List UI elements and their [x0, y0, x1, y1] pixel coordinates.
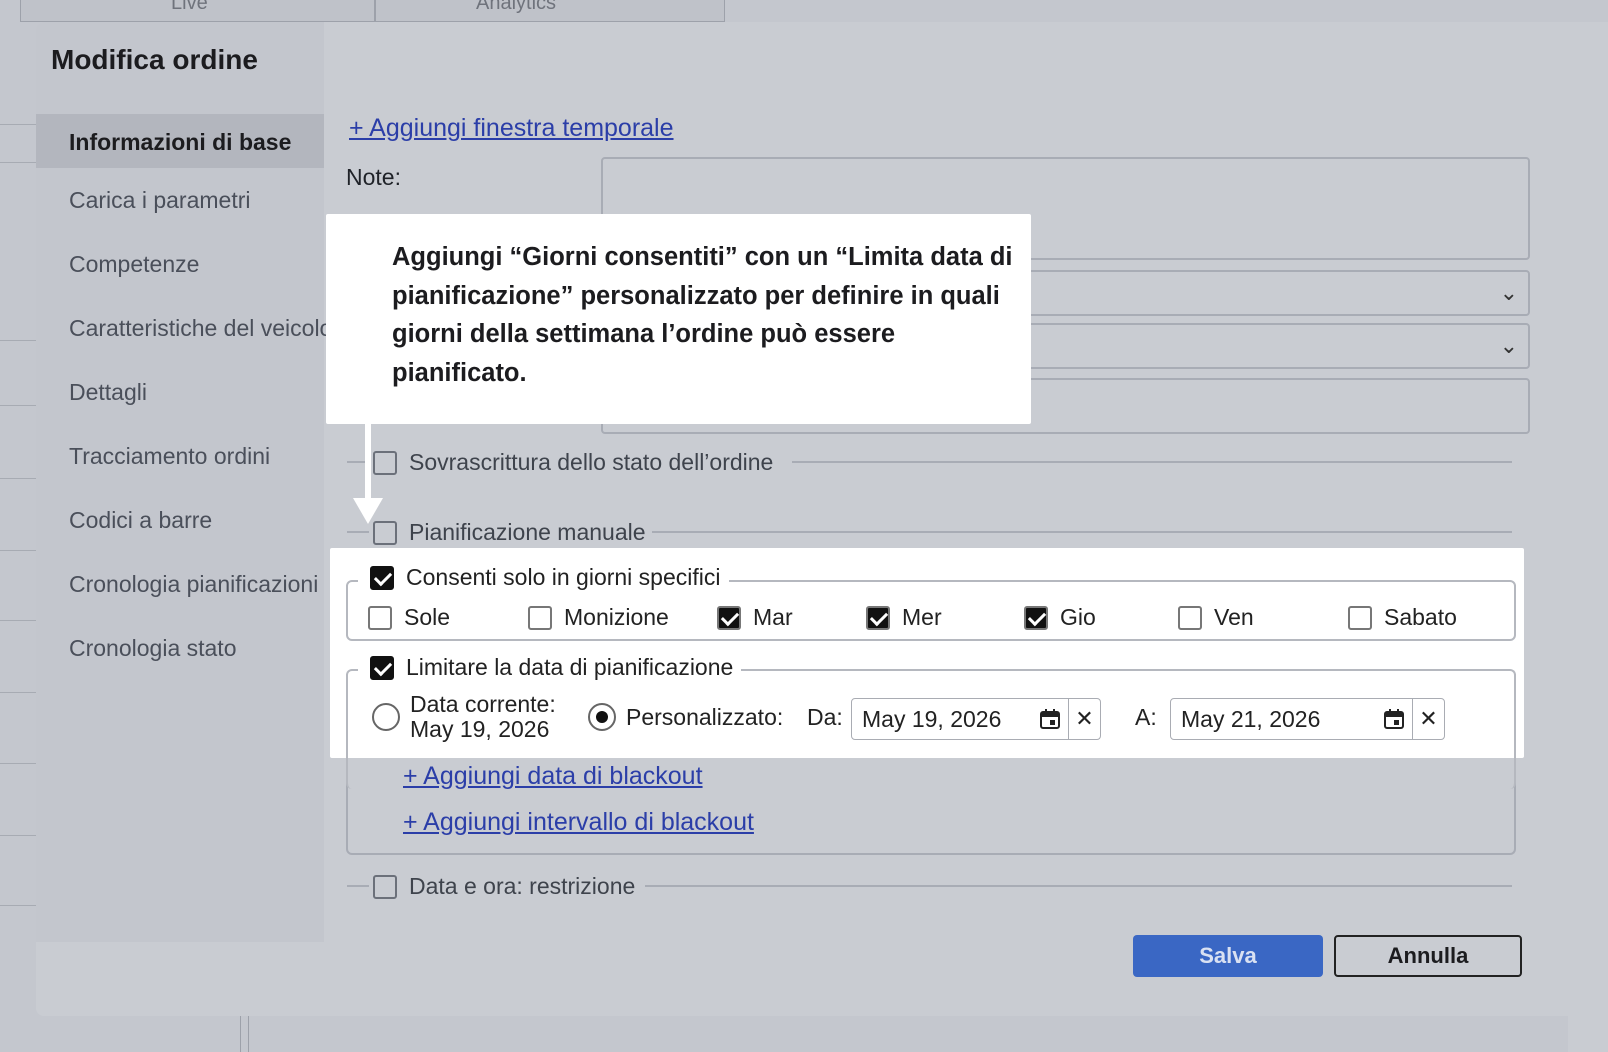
from-date-input[interactable]: May 19, 2026 ✕ [851, 698, 1101, 740]
callout-text: Aggiungi “Giorni consentiti” con un “Lim… [392, 243, 1013, 387]
day-option: Monizione [528, 604, 669, 631]
day-option: Ven [1178, 604, 1254, 631]
day-option: Mer [866, 604, 942, 631]
manual-planning-checkbox[interactable] [373, 520, 397, 545]
day-wed-checkbox[interactable] [866, 605, 890, 630]
add-blackout-range-link[interactable]: + Aggiungi intervallo di blackout [403, 808, 754, 837]
highlighted-section: Consenti solo in giorni specifici Sole M… [330, 548, 1524, 789]
current-date-label: Data corrente: [410, 691, 556, 717]
divider [652, 531, 1512, 533]
custom-option: Personalizzato: [588, 703, 783, 731]
background-tabs: Live Analytics [20, 0, 725, 22]
from-label: Da: [807, 704, 843, 730]
cancel-button[interactable]: Annulla [1334, 935, 1522, 977]
nav-item-skills[interactable]: Competenze [36, 232, 324, 296]
day-option: Sole [368, 604, 450, 631]
nav-item-status-history[interactable]: Cronologia stato [36, 616, 324, 680]
day-sat-checkbox[interactable] [1348, 605, 1372, 630]
divider [645, 885, 1512, 887]
background-divider [240, 1010, 241, 1052]
day-label: Gio [1060, 604, 1096, 630]
current-date-value: May 19, 2026 [410, 716, 550, 742]
day-sun-checkbox[interactable] [368, 605, 392, 630]
divider [347, 531, 369, 533]
from-date-value: May 19, 2026 [862, 705, 1002, 732]
notes-label: Note: [346, 164, 401, 190]
allowed-days-legend: Consenti solo in giorni specifici [358, 564, 729, 591]
nav-item-barcodes[interactable]: Codici a barre [36, 488, 324, 552]
background-divider [248, 1010, 249, 1052]
manual-planning-label: Pianificazione manuale [409, 519, 646, 545]
nav-item-basic-info[interactable]: Informazioni di base [36, 114, 324, 168]
status-override-row: Sovrascrittura dello stato dell’ordine [373, 449, 773, 476]
day-label: Sabato [1384, 604, 1457, 630]
day-mon-checkbox[interactable] [528, 605, 552, 630]
custom-radio[interactable] [588, 703, 616, 731]
current-date-text: Data corrente: May 19, 2026 [410, 692, 556, 742]
allowed-days-checkbox[interactable] [370, 565, 394, 590]
limit-date-checkbox[interactable] [370, 655, 394, 680]
limit-date-legend: Limitare la data di pianificazione [358, 654, 742, 681]
tutorial-callout: Aggiungi “Giorni consentiti” con un “Lim… [326, 214, 1031, 424]
status-override-checkbox[interactable] [373, 450, 397, 475]
to-date-value: May 21, 2026 [1181, 705, 1321, 732]
current-date-radio[interactable] [372, 703, 400, 731]
to-date-input[interactable]: May 21, 2026 ✕ [1170, 698, 1445, 740]
day-option: Mar [717, 604, 793, 631]
clear-icon[interactable]: ✕ [1068, 699, 1100, 739]
day-fri-checkbox[interactable] [1178, 605, 1202, 630]
nav-item-load-parameters[interactable]: Carica i parametri [36, 168, 324, 232]
to-label: A: [1135, 704, 1157, 730]
chevron-down-icon: ⌄ [1499, 280, 1518, 305]
day-thu-checkbox[interactable] [1024, 605, 1048, 630]
divider [792, 461, 1512, 463]
day-option: Gio [1024, 604, 1096, 631]
day-label: Sole [404, 604, 451, 630]
callout-arrow [365, 422, 371, 504]
arrow-down-icon [353, 498, 383, 524]
modal-title: Modifica ordine [51, 44, 258, 75]
status-override-label: Sovrascrittura dello stato dell’ordine [409, 449, 774, 475]
tab-live: Live [20, 0, 375, 22]
calendar-icon[interactable] [1376, 708, 1412, 730]
day-label: Ven [1214, 604, 1254, 630]
save-button[interactable]: Salva [1133, 935, 1323, 977]
datetime-restriction-label: Data e ora: restrizione [409, 873, 636, 899]
day-label: Mar [753, 604, 793, 630]
custom-label: Personalizzato: [626, 703, 784, 730]
tab-analytics: Analytics [375, 0, 725, 22]
day-label: Mer [902, 604, 942, 630]
calendar-icon[interactable] [1032, 708, 1068, 730]
nav-item-order-tracking[interactable]: Tracciamento ordini [36, 424, 324, 488]
limit-date-label: Limitare la data di pianificazione [406, 654, 734, 680]
datetime-restriction-checkbox[interactable] [373, 874, 397, 899]
background-grid-lines [0, 0, 40, 1052]
modal-nav: Informazioni di base Carica i parametri … [36, 114, 332, 680]
manual-planning-row: Pianificazione manuale [373, 519, 646, 546]
datetime-restriction-row: Data e ora: restrizione [373, 873, 635, 900]
chevron-down-icon: ⌄ [1499, 333, 1518, 358]
add-time-window-link[interactable]: + Aggiungi finestra temporale [349, 114, 674, 143]
divider [347, 885, 369, 887]
nav-item-details[interactable]: Dettagli [36, 360, 324, 424]
modal-sidebar: Modifica ordine Informazioni di base Car… [36, 22, 332, 942]
allowed-days-label: Consenti solo in giorni specifici [406, 564, 721, 590]
nav-item-vehicle-features[interactable]: Caratteristiche del veicolo [36, 296, 332, 360]
day-tue-checkbox[interactable] [717, 605, 741, 630]
clear-icon[interactable]: ✕ [1412, 699, 1444, 739]
nav-item-planning-history[interactable]: Cronologia pianificazioni [36, 552, 324, 616]
day-label: Monizione [564, 604, 669, 630]
current-date-option: Data corrente: May 19, 2026 [372, 692, 556, 742]
day-option: Sabato [1348, 604, 1457, 631]
